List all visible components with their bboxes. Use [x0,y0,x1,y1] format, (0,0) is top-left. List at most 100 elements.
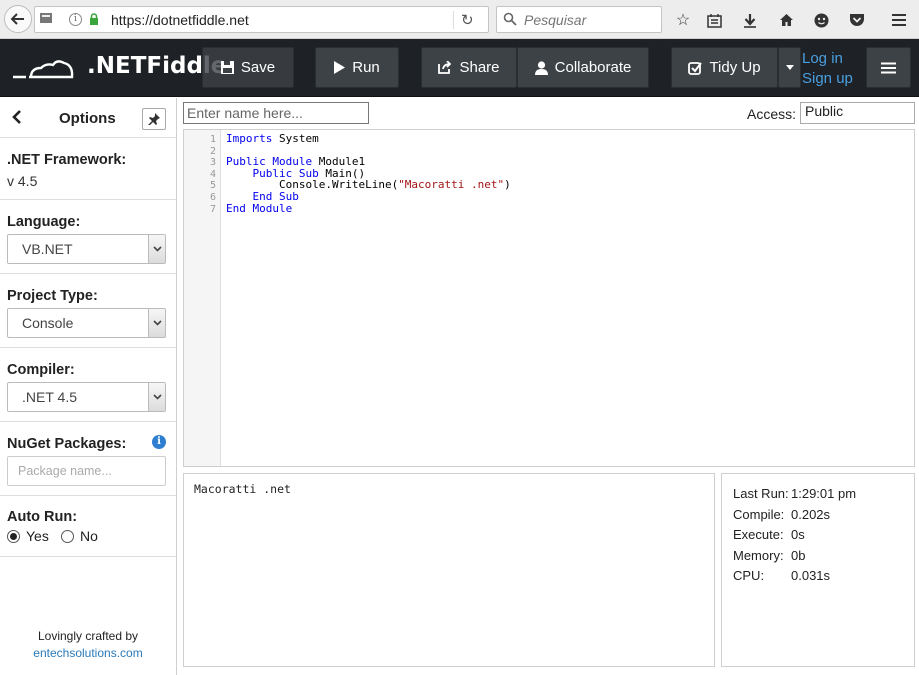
nuget-label: NuGet Packages: [7,436,127,452]
pin-icon [148,113,160,125]
language-label: Language: [7,214,81,230]
radio-checked-icon [7,529,20,543]
autorun-no-label: No [80,528,98,544]
output-text: Macoratti .net [194,482,291,496]
reload-icon[interactable]: ↻ [461,11,474,29]
chevron-down-icon [148,235,165,263]
menu-bars-icon [881,62,896,73]
browser-search-input[interactable] [522,10,656,30]
nuget-package-input[interactable] [7,456,166,486]
credit-link-wrap: entechsolutions.com [0,646,176,660]
stat-execute: Execute: 0s [733,527,805,542]
browser-toolbar: i https://dotnetfiddle.net ↻ ☆ [0,0,919,39]
nuget-section: NuGet Packages: i [0,422,176,496]
play-icon [334,61,346,74]
language-selected: VB.NET [22,241,73,257]
autorun-label: Auto Run: [7,509,78,525]
line-number: 6 [209,192,216,203]
project-type-label: Project Type: [7,288,98,304]
code-editor[interactable]: 1 2 3 4 5 6 7 Imports System​Public Modu… [183,129,915,467]
home-icon[interactable] [775,9,797,31]
chevron-down-icon [148,309,165,337]
framework-value: v 4.5 [7,173,38,189]
options-header: Options [0,98,176,138]
login-link[interactable]: Log in [802,49,853,69]
hamburger-menu-icon[interactable] [888,9,910,31]
project-type-selected: Console [22,315,74,331]
save-button-label: Save [240,59,276,76]
collaborate-button-label: Collaborate [554,59,632,76]
line-number: 2 [209,145,216,157]
signup-link[interactable]: Sign up [802,69,853,89]
line-number: 1 [209,134,216,145]
code-line-7: End Module [226,201,293,215]
code-line-1: Imports System [226,132,319,145]
emoji-icon[interactable] [810,9,832,31]
tidy-up-button[interactable]: Tidy Up [671,47,778,88]
autorun-yes-label: Yes [26,528,49,544]
pocket-icon[interactable] [846,9,868,31]
back-button[interactable] [4,5,32,33]
page-icon [40,13,52,23]
address-bar[interactable]: i https://dotnetfiddle.net ↻ [34,6,489,33]
radio-unchecked-icon [61,529,74,543]
stat-compile: Compile: 0.202s [733,506,831,522]
line-number: 5 [209,180,216,192]
share-icon [438,61,452,74]
project-type-section: Project Type: Console [0,274,176,348]
info-icon[interactable]: i [152,435,166,449]
autorun-section: Auto Run: Yes No [0,496,176,557]
chevron-down-icon [148,383,165,411]
cloud-logo-icon [13,60,74,79]
site-info-icon[interactable]: i [69,13,82,26]
access-select[interactable]: Public [800,102,915,124]
framework-label: .NET Framework: [7,152,127,168]
bookmark-star-icon[interactable]: ☆ [672,9,694,31]
browser-search[interactable] [496,6,662,33]
line-number-gutter: 1 2 3 4 5 6 7 [184,130,221,466]
compiler-select[interactable]: .NET 4.5 [7,382,166,412]
caret-down-icon [785,65,794,70]
collaborate-button[interactable]: Collaborate [517,47,649,88]
site-header: .NETFiddle Save Run Share Collaborate Ti… [0,39,919,97]
run-button-label: Run [352,59,380,76]
credit-text: Lovingly crafted by [37,629,139,643]
line-number: 3 [209,157,216,169]
auth-links: Log in Sign up [802,49,853,89]
stat-last-run: Last Run: 1:29:01 pm [733,486,857,501]
download-icon[interactable] [739,9,761,31]
project-type-select[interactable]: Console [7,308,166,338]
url-separator [453,11,454,29]
line-number: 7 [209,203,216,215]
tidy-up-dropdown[interactable] [778,47,801,88]
autorun-no-radio[interactable]: No [61,528,98,544]
check-square-icon [688,61,703,75]
floppy-disk-icon [220,61,234,74]
share-button[interactable]: Share [421,47,517,88]
language-select[interactable]: VB.NET [7,234,166,264]
credit-link[interactable]: entechsolutions.com [33,646,142,660]
chevron-left-icon[interactable] [12,110,22,124]
autorun-yes-radio[interactable]: Yes [7,528,49,544]
options-title: Options [59,110,116,127]
tidy-up-button-label: Tidy Up [709,59,761,76]
compiler-section: Compiler: .NET 4.5 [0,348,176,422]
site-menu-button[interactable] [866,47,911,88]
url-text[interactable]: https://dotnetfiddle.net [111,12,249,28]
reading-list-icon[interactable] [703,9,725,31]
fiddle-name-input[interactable] [183,102,369,124]
output-panel: Macoratti .net [183,473,715,667]
framework-section: .NET Framework: v 4.5 [0,139,176,200]
share-button-label: Share [459,59,500,76]
pin-button[interactable] [142,108,166,130]
user-icon [534,60,548,75]
lock-icon [90,13,98,25]
language-section: Language: VB.NET [0,200,176,274]
save-button[interactable]: Save [202,47,294,88]
run-button[interactable]: Run [315,47,399,88]
code-content[interactable]: Imports System​Public Module Module1 Pub… [226,133,511,214]
arrow-left-icon [10,13,24,25]
options-sidebar: Options .NET Framework: v 4.5 Language: … [0,98,177,675]
compiler-label: Compiler: [7,362,75,378]
access-label: Access: [747,106,797,122]
